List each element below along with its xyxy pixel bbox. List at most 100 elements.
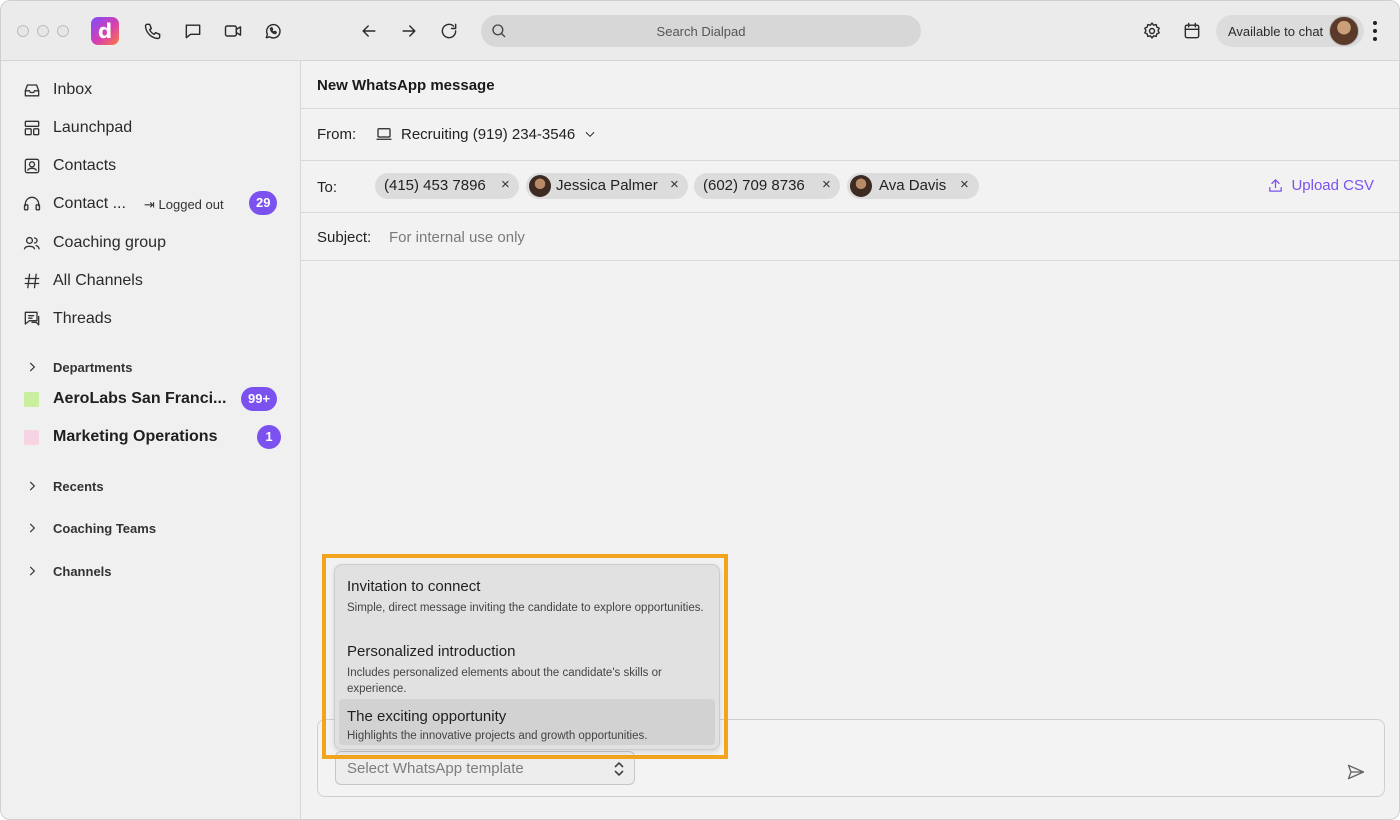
compose-header: New WhatsApp message — [301, 61, 1399, 109]
unread-count-badge: 99+ — [241, 387, 278, 411]
to-label: To: — [317, 179, 338, 196]
window-close-button[interactable] — [17, 25, 29, 37]
subject-input[interactable]: For internal use only — [389, 229, 525, 246]
logout-icon: ⇥ — [144, 197, 155, 212]
sidebar-item-label: Contacts — [53, 157, 117, 174]
back-arrow-icon[interactable] — [357, 19, 381, 43]
from-line-value: Recruiting (919) 234-3546 — [401, 125, 576, 143]
user-avatar[interactable] — [1329, 16, 1359, 46]
logged-out-status[interactable]: ⇥ Logged out — [144, 197, 224, 213]
chevron-right-icon — [25, 360, 39, 374]
template-option[interactable]: Personalized introduction Includes perso… — [339, 634, 715, 695]
template-option-title: Personalized introduction — [347, 643, 516, 660]
sidebar: Inbox Launchpad Contacts Contact ... ⇥ L… — [1, 61, 301, 819]
threads-icon — [22, 309, 42, 329]
contacts-icon — [22, 156, 42, 176]
template-option-description: Includes personalized elements about the… — [347, 667, 662, 695]
sidebar-item-department-aerolabs[interactable]: AeroLabs San Franci... 99+ — [1, 381, 300, 417]
department-label: Marketing Operations — [53, 428, 218, 445]
remove-recipient-icon[interactable]: × — [501, 176, 510, 193]
remove-recipient-icon[interactable]: × — [822, 176, 831, 193]
recipient-chip[interactable]: (415) 453 7896 × — [375, 173, 519, 199]
subject-label: Subject: — [317, 229, 372, 246]
recipient-avatar — [529, 175, 551, 197]
subject-row: Subject: For internal use only — [301, 213, 1399, 261]
send-icon[interactable] — [1346, 762, 1368, 784]
coaching-teams-section-toggle[interactable]: Coaching Teams — [1, 513, 300, 543]
template-option[interactable]: Invitation to connect Simple, direct mes… — [339, 569, 715, 629]
calendar-icon[interactable] — [1180, 19, 1204, 43]
chevron-right-icon — [25, 564, 39, 578]
sidebar-item-coaching-group[interactable]: Coaching group — [1, 224, 300, 260]
dialpad-logo-icon[interactable]: d — [91, 17, 119, 45]
sidebar-item-label: All Channels — [53, 272, 143, 289]
chevron-right-icon — [25, 521, 39, 535]
window-zoom-button[interactable] — [57, 25, 69, 37]
template-select-placeholder: Select WhatsApp template — [347, 760, 524, 777]
inbox-icon — [22, 80, 42, 100]
from-label: From: — [317, 126, 357, 143]
template-dropdown-menu: Invitation to connect Simple, direct mes… — [334, 564, 720, 750]
sidebar-item-launchpad[interactable]: Launchpad — [1, 109, 300, 145]
recipient-label: Ava Davis — [879, 177, 947, 194]
search-input[interactable]: Search Dialpad — [481, 15, 921, 47]
recipient-chip[interactable]: (602) 709 8736 × — [694, 173, 840, 199]
template-option-title: Invitation to connect — [347, 578, 481, 595]
recipient-chip[interactable]: Ava Davis × — [847, 173, 979, 199]
whatsapp-icon[interactable] — [261, 19, 285, 43]
sidebar-item-contact-center[interactable]: Contact ... ⇥ Logged out 29 — [1, 185, 300, 221]
recents-section-toggle[interactable]: Recents — [1, 471, 300, 501]
unread-count-badge: 29 — [249, 191, 278, 215]
upload-csv-label: Upload CSV — [1291, 177, 1374, 194]
launchpad-icon — [22, 118, 42, 138]
departments-section-toggle[interactable]: Departments — [1, 352, 300, 382]
people-icon — [22, 233, 42, 253]
video-icon[interactable] — [221, 19, 245, 43]
phone-icon[interactable] — [141, 19, 165, 43]
refresh-icon[interactable] — [437, 19, 461, 43]
recipient-label: (415) 453 7896 — [384, 177, 486, 194]
upload-icon — [1269, 179, 1283, 192]
section-heading: Channels — [53, 564, 112, 579]
forward-arrow-icon[interactable] — [397, 19, 421, 43]
template-option-description: Highlights the innovative projects and g… — [347, 730, 648, 742]
section-heading: Departments — [53, 360, 133, 375]
template-option-title: The exciting opportunity — [347, 708, 507, 725]
recipient-avatar — [850, 175, 872, 197]
department-label: AeroLabs San Franci... — [53, 390, 227, 407]
recipient-label: (602) 709 8736 — [703, 177, 805, 194]
chevron-up-down-icon — [614, 761, 624, 777]
sidebar-item-label: Inbox — [53, 81, 93, 98]
top-bar: d Search Dialpad Available to chat — [1, 1, 1399, 61]
more-options-icon[interactable] — [1365, 19, 1385, 43]
headset-icon — [22, 194, 42, 214]
template-option-description: Simple, direct message inviting the cand… — [347, 602, 704, 614]
channels-section-toggle[interactable]: Channels — [1, 556, 300, 586]
message-icon[interactable] — [181, 19, 205, 43]
remove-recipient-icon[interactable]: × — [670, 176, 679, 193]
sidebar-item-label: Launchpad — [53, 119, 133, 136]
app-window: d Search Dialpad Available to chat Inbox… — [0, 0, 1400, 820]
sidebar-item-contacts[interactable]: Contacts — [1, 147, 300, 183]
chevron-right-icon — [25, 479, 39, 493]
sidebar-item-label: Contact ... — [53, 195, 126, 212]
settings-gear-icon[interactable] — [1140, 19, 1164, 43]
sidebar-item-label: Coaching group — [53, 234, 166, 251]
department-color-swatch — [24, 392, 39, 407]
remove-recipient-icon[interactable]: × — [960, 176, 969, 193]
sidebar-item-label: Threads — [53, 310, 112, 327]
sidebar-item-threads[interactable]: Threads — [1, 300, 300, 336]
from-row: From: Recruiting (919) 234-3546 — [301, 109, 1399, 161]
sidebar-item-department-marketing[interactable]: Marketing Operations 1 — [1, 419, 300, 455]
page-title: New WhatsApp message — [317, 77, 495, 94]
window-minimize-button[interactable] — [37, 25, 49, 37]
template-option-active[interactable]: The exciting opportunity Highlights the … — [339, 699, 715, 745]
recipient-chip[interactable]: Jessica Palmer × — [526, 173, 688, 199]
department-color-swatch — [24, 430, 39, 445]
from-line-select[interactable]: Recruiting (919) 234-3546 — [375, 125, 597, 143]
sidebar-item-inbox[interactable]: Inbox — [1, 71, 300, 107]
laptop-icon — [376, 128, 392, 140]
sidebar-item-all-channels[interactable]: All Channels — [1, 262, 300, 298]
upload-csv-button[interactable]: Upload CSV — [1267, 177, 1374, 194]
recipient-label: Jessica Palmer — [556, 177, 658, 194]
